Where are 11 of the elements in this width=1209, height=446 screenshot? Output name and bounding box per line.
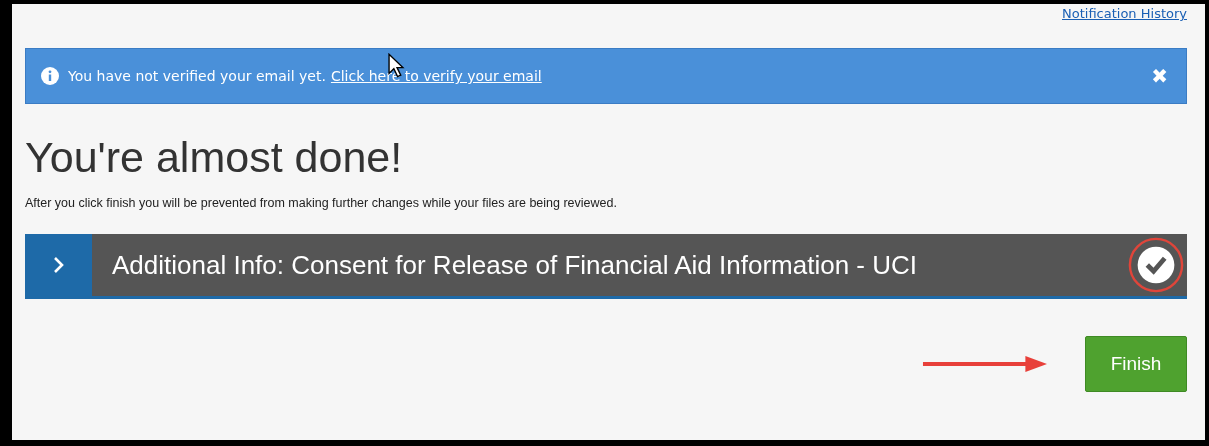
finish-button[interactable]: Finish bbox=[1085, 336, 1187, 392]
intro-text: After you click finish you will be prevented from making further changes while your files are being reviewed. bbox=[25, 196, 618, 210]
close-button[interactable]: ✖ bbox=[1151, 64, 1168, 88]
accordion-header[interactable]: Additional Info: Consent for Release of Financial Aid Information - UCI bbox=[25, 234, 1187, 299]
section-title: Additional Info: Consent for Release of Financial Aid Information - UCI bbox=[111, 249, 918, 281]
notification-history-link[interactable]: Notification History bbox=[1062, 6, 1187, 21]
expand-toggle[interactable] bbox=[25, 234, 92, 296]
chevron-icon bbox=[52, 255, 65, 275]
info-icon bbox=[40, 66, 60, 86]
page-heading: You're almost done! bbox=[25, 132, 404, 183]
alert-message: You have not verified your email yet. bbox=[68, 68, 326, 84]
